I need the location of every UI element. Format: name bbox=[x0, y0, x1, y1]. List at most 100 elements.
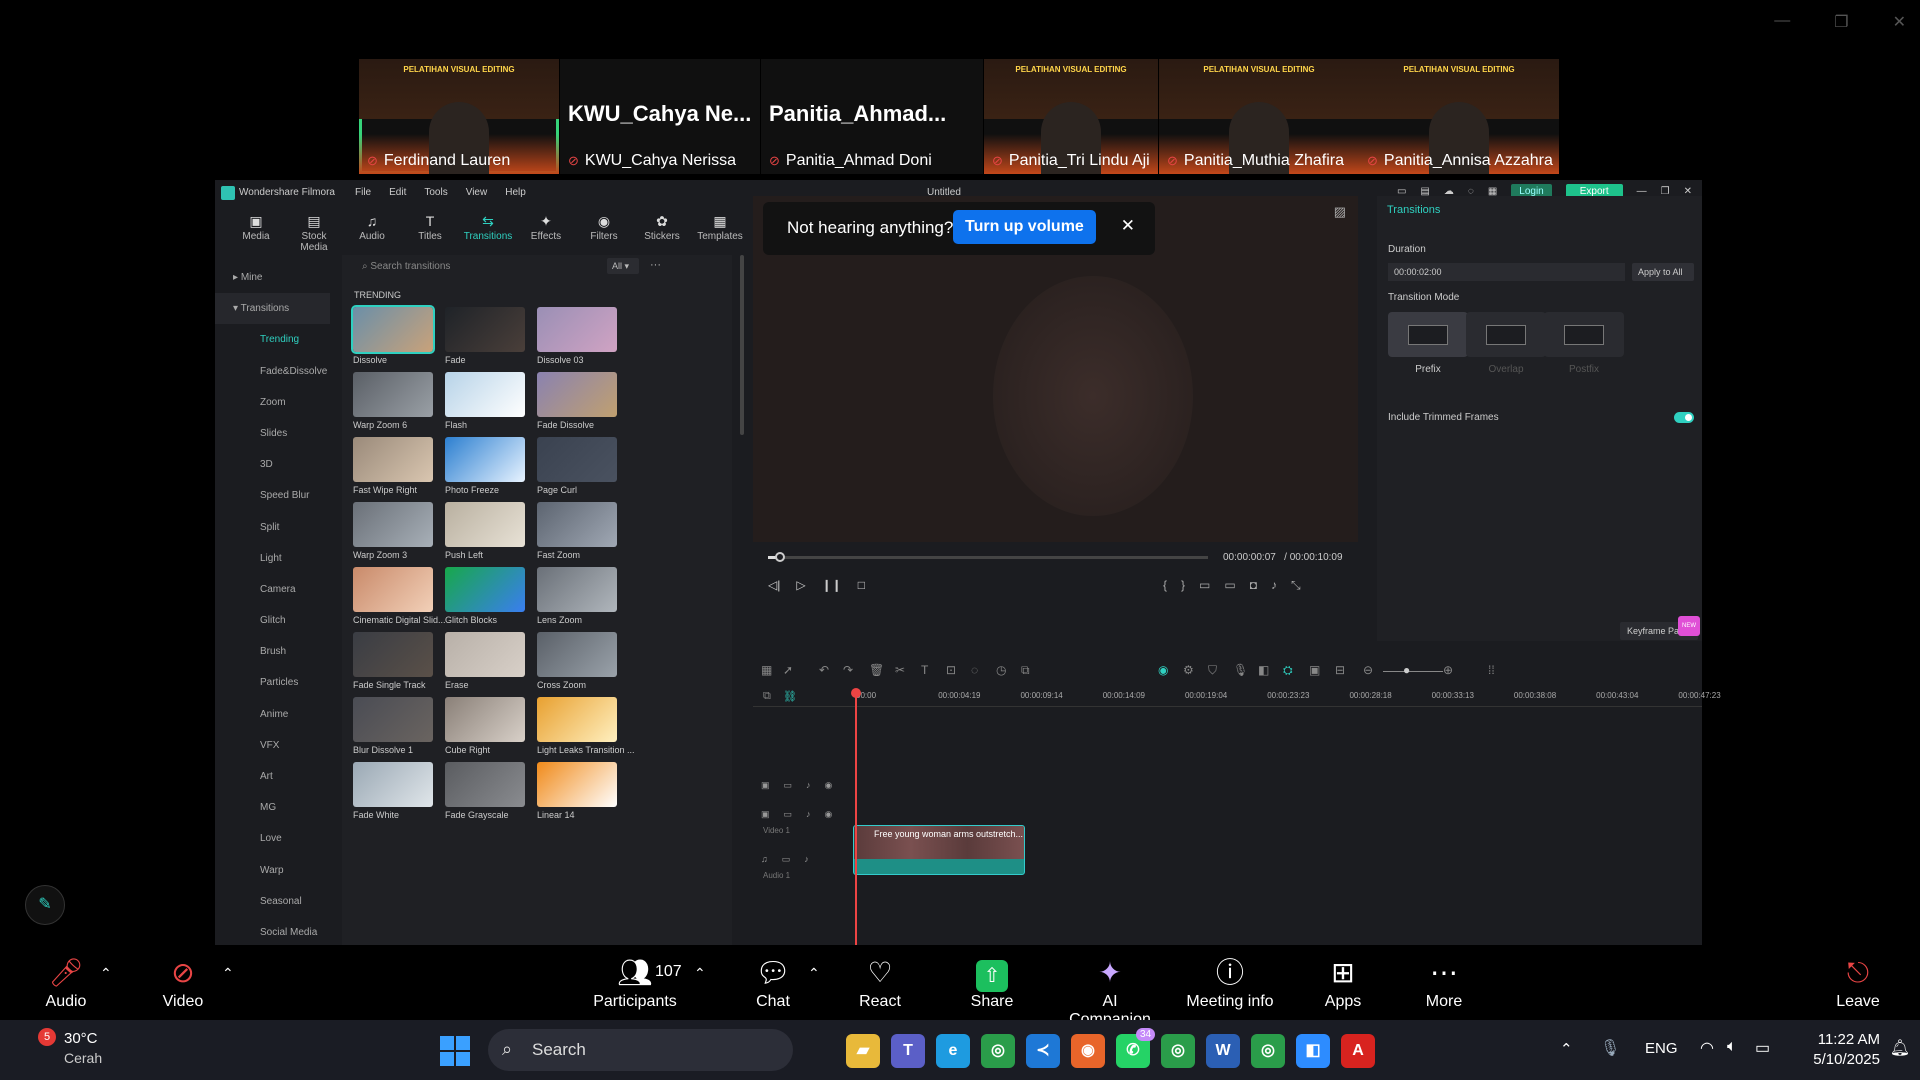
edge-icon[interactable]: e bbox=[936, 1034, 970, 1068]
transition-thumbnail[interactable] bbox=[445, 437, 525, 482]
tab-templates[interactable]: ▦ Templates bbox=[694, 213, 746, 253]
tab-stock-media[interactable]: ▤ Stock Media bbox=[288, 213, 340, 253]
tab-filters[interactable]: ◉ Filters bbox=[578, 213, 630, 253]
chevron-up-icon[interactable]: ⌃ bbox=[1560, 1040, 1573, 1058]
category-speed-blur[interactable]: Speed Blur bbox=[215, 480, 330, 511]
transition-thumbnail[interactable] bbox=[537, 372, 617, 417]
category-split[interactable]: Split bbox=[215, 512, 330, 543]
start-button[interactable] bbox=[440, 1036, 470, 1066]
menu-file[interactable]: File bbox=[355, 187, 371, 198]
category-light[interactable]: Light bbox=[215, 543, 330, 574]
monitor-icon[interactable]: ▭ bbox=[1224, 578, 1235, 593]
mode-prefix-button[interactable] bbox=[1388, 312, 1468, 357]
select-icon[interactable]: ➚ bbox=[783, 663, 793, 677]
ai-companion-button[interactable]: ✦ AI Companion bbox=[1060, 953, 1160, 1029]
category-social-media[interactable]: Social Media bbox=[215, 917, 330, 948]
include-trimmed-toggle[interactable] bbox=[1674, 412, 1694, 423]
nav-transitions[interactable]: ▾ Transitions bbox=[215, 293, 330, 325]
cut-icon[interactable]: ✂ bbox=[895, 663, 905, 677]
file-explorer-icon[interactable]: ▰ bbox=[846, 1034, 880, 1068]
participant-tile[interactable]: PELATIHAN VISUAL EDITING ⊘ Panitia_Tri Lin… bbox=[984, 59, 1158, 174]
eye-icon[interactable]: ◉ bbox=[825, 780, 833, 791]
transition-thumbnail[interactable] bbox=[445, 632, 525, 677]
filter-dropdown[interactable]: All ▾ bbox=[607, 258, 639, 274]
zoom-icon[interactable]: ◧ bbox=[1296, 1034, 1330, 1068]
progress-knob[interactable] bbox=[775, 552, 785, 562]
mark-in-icon[interactable]: { bbox=[1163, 578, 1167, 593]
crop-icon[interactable]: ⊡ bbox=[946, 663, 956, 677]
category-trending[interactable]: Trending bbox=[215, 324, 330, 355]
transition-thumbnail[interactable] bbox=[351, 305, 435, 354]
category-particles[interactable]: Particles bbox=[215, 667, 330, 698]
participant-tile[interactable]: PELATIHAN VISUAL EDITING ⊘ Panitia_Annisa … bbox=[1359, 59, 1559, 174]
pause-icon[interactable]: ❙❙ bbox=[822, 578, 842, 592]
folder-icon[interactable]: ▭ bbox=[782, 854, 791, 865]
audio-button[interactable]: 🎤︎ Audio bbox=[38, 953, 94, 1011]
chat-button[interactable]: 💬︎ Chat bbox=[745, 953, 801, 1011]
category-love[interactable]: Love bbox=[215, 823, 330, 854]
mute-icon[interactable]: ♪ bbox=[804, 854, 809, 865]
panel-scrollbar[interactable] bbox=[740, 255, 744, 435]
transition-thumbnail[interactable] bbox=[445, 307, 525, 352]
tab-titles[interactable]: T Titles bbox=[404, 213, 456, 253]
menu-help[interactable]: Help bbox=[505, 187, 526, 198]
category-seasonal[interactable]: Seasonal bbox=[215, 886, 330, 917]
participants-options-icon[interactable]: ⌃ bbox=[694, 965, 706, 982]
menu-view[interactable]: View bbox=[466, 187, 488, 198]
transition-thumbnail[interactable] bbox=[537, 697, 617, 742]
chrome-2-icon[interactable]: ◎ bbox=[1161, 1034, 1195, 1068]
duration-field[interactable]: 00:00:02:00 bbox=[1388, 263, 1625, 281]
transition-thumbnail[interactable] bbox=[353, 567, 433, 612]
layout-grid-icon[interactable]: ⁞⁞ bbox=[1488, 663, 1495, 677]
participant-tile[interactable]: KWU_Cahya Ne... ⊘ KWU_Cahya Nerissa bbox=[560, 59, 760, 174]
tab-media[interactable]: ▣ Media bbox=[230, 213, 282, 253]
category-slides[interactable]: Slides bbox=[215, 418, 330, 449]
leave-button[interactable]: ⎋ Leave bbox=[1830, 953, 1886, 1011]
menu-tools[interactable]: Tools bbox=[424, 187, 447, 198]
category-zoom[interactable]: Zoom bbox=[215, 387, 330, 418]
category-3d[interactable]: 3D bbox=[215, 449, 330, 480]
menu-edit[interactable]: Edit bbox=[389, 187, 406, 198]
redo-icon[interactable]: ↷ bbox=[843, 663, 853, 677]
apps-button[interactable]: ⊞ Apps bbox=[1315, 953, 1371, 1011]
language-indicator[interactable]: ENG bbox=[1645, 1040, 1678, 1057]
category-camera[interactable]: Camera bbox=[215, 574, 330, 605]
transition-thumbnail[interactable] bbox=[537, 307, 617, 352]
volume-icon[interactable]: ♪ bbox=[1271, 578, 1277, 593]
minimize-icon[interactable]: — bbox=[1774, 12, 1790, 32]
video-button[interactable]: ⊘ Video bbox=[155, 953, 211, 1011]
wifi-icon[interactable]: ◠ bbox=[1700, 1038, 1714, 1058]
eye-icon[interactable]: ◉ bbox=[825, 809, 833, 820]
teams-icon[interactable]: T bbox=[891, 1034, 925, 1068]
annotate-pencil-icon[interactable]: ✎ bbox=[25, 885, 65, 925]
zoom-slider-knob[interactable]: ● bbox=[1403, 663, 1410, 677]
speed-icon[interactable]: ◷ bbox=[996, 663, 1006, 677]
video-options-icon[interactable]: ⌃ bbox=[222, 965, 234, 982]
share-button[interactable]: ⇧ Share bbox=[962, 953, 1022, 1011]
participants-button[interactable]: 👥︎ Participants bbox=[585, 953, 685, 1011]
battery-icon[interactable]: ▭ bbox=[1755, 1038, 1770, 1058]
voice-icon[interactable]: ◧ bbox=[1258, 663, 1269, 677]
stop-icon[interactable]: □ bbox=[858, 578, 865, 592]
transition-thumbnail[interactable] bbox=[353, 762, 433, 807]
more-button[interactable]: ⋯ More bbox=[1416, 953, 1472, 1011]
chat-options-icon[interactable]: ⌃ bbox=[808, 965, 820, 982]
pip-icon[interactable]: ▣ bbox=[1309, 663, 1320, 677]
fullscreen-icon[interactable]: ⤡ bbox=[1291, 578, 1301, 593]
participant-tile[interactable]: PELATIHAN VISUAL EDITING ⊘ Ferdinand Laure… bbox=[359, 59, 559, 174]
progress-bar[interactable] bbox=[768, 552, 1208, 562]
close-icon[interactable]: ✕ bbox=[1893, 12, 1906, 32]
tab-transitions[interactable]: ⇆ Transitions bbox=[462, 213, 514, 253]
restore-icon[interactable]: ❐ bbox=[1834, 12, 1848, 32]
chrome-3-icon[interactable]: ◎ bbox=[1251, 1034, 1285, 1068]
play-icon[interactable]: ▷ bbox=[796, 578, 805, 592]
category-glitch[interactable]: Glitch bbox=[215, 605, 330, 636]
apply-to-all-button[interactable]: Apply to All bbox=[1632, 263, 1694, 281]
acrobat-icon[interactable]: A bbox=[1341, 1034, 1375, 1068]
mark-out-icon[interactable]: } bbox=[1181, 578, 1185, 593]
folder-icon[interactable]: ▭ bbox=[784, 780, 793, 791]
category-vfx[interactable]: VFX bbox=[215, 730, 330, 761]
mic-icon[interactable]: 🎙︎ bbox=[1600, 1038, 1620, 1058]
transition-thumbnail[interactable] bbox=[445, 762, 525, 807]
image-icon[interactable]: ▨ bbox=[1334, 204, 1346, 220]
